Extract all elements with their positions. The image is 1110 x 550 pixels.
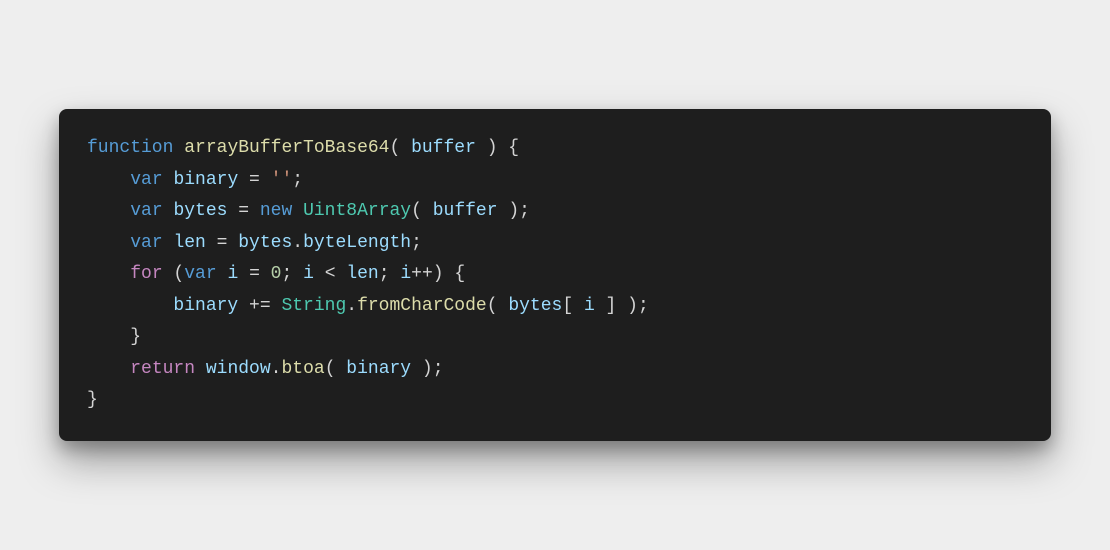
code-token: ); bbox=[498, 201, 530, 221]
code-token: btoa bbox=[281, 359, 324, 379]
code-token: } bbox=[87, 327, 141, 347]
code-token: len bbox=[173, 233, 205, 253]
code-token bbox=[87, 233, 130, 253]
code-token: binary bbox=[173, 296, 238, 316]
code-token bbox=[173, 138, 184, 158]
code-token: buffer bbox=[433, 201, 498, 221]
code-token: < bbox=[314, 264, 346, 284]
code-token: bytes bbox=[173, 201, 227, 221]
code-token: 0 bbox=[271, 264, 282, 284]
code-token: ( bbox=[487, 296, 509, 316]
code-token: var bbox=[130, 201, 162, 221]
code-token: [ bbox=[562, 296, 584, 316]
code-token: ] ); bbox=[595, 296, 649, 316]
code-token: var bbox=[130, 233, 162, 253]
code-token: i bbox=[227, 264, 238, 284]
code-token bbox=[87, 359, 130, 379]
code-token: ; bbox=[281, 264, 303, 284]
code-token: ++) { bbox=[411, 264, 465, 284]
code-token: bytes bbox=[238, 233, 292, 253]
code-token: String bbox=[281, 296, 346, 316]
code-token bbox=[195, 359, 206, 379]
code-token: } bbox=[87, 390, 98, 410]
code-token: function bbox=[87, 138, 173, 158]
code-token: ) { bbox=[476, 138, 519, 158]
code-token: = bbox=[206, 233, 238, 253]
code-token: bytes bbox=[508, 296, 562, 316]
code-token: window bbox=[206, 359, 271, 379]
code-line: return window.btoa( binary ); bbox=[87, 354, 1023, 386]
code-token: i bbox=[400, 264, 411, 284]
code-block: function arrayBufferToBase64( buffer ) {… bbox=[87, 133, 1023, 417]
code-token bbox=[292, 201, 303, 221]
code-token: . bbox=[271, 359, 282, 379]
code-token: len bbox=[346, 264, 378, 284]
code-token: += bbox=[238, 296, 281, 316]
code-token: buffer bbox=[411, 138, 476, 158]
code-token: ; bbox=[292, 170, 303, 190]
code-line: for (var i = 0; i < len; i++) { bbox=[87, 259, 1023, 291]
code-token: fromCharCode bbox=[357, 296, 487, 316]
code-line: var bytes = new Uint8Array( buffer ); bbox=[87, 196, 1023, 228]
code-line: binary += String.fromCharCode( bytes[ i … bbox=[87, 291, 1023, 323]
code-token: i bbox=[584, 296, 595, 316]
code-token bbox=[217, 264, 228, 284]
code-token: = bbox=[227, 201, 259, 221]
code-token: = bbox=[238, 170, 270, 190]
code-token bbox=[163, 233, 174, 253]
code-token: i bbox=[303, 264, 314, 284]
code-line: } bbox=[87, 322, 1023, 354]
code-token: binary bbox=[173, 170, 238, 190]
code-token: ( bbox=[389, 138, 411, 158]
code-token: byteLength bbox=[303, 233, 411, 253]
code-card: function arrayBufferToBase64( buffer ) {… bbox=[59, 109, 1051, 441]
code-token: for bbox=[130, 264, 162, 284]
code-token: return bbox=[130, 359, 195, 379]
code-token: = bbox=[238, 264, 270, 284]
code-token: '' bbox=[271, 170, 293, 190]
code-token bbox=[87, 296, 173, 316]
code-line: var len = bytes.byteLength; bbox=[87, 228, 1023, 260]
code-line: function arrayBufferToBase64( buffer ) { bbox=[87, 133, 1023, 165]
code-token bbox=[87, 264, 130, 284]
code-token: var bbox=[130, 170, 162, 190]
code-token: var bbox=[184, 264, 216, 284]
code-token: Uint8Array bbox=[303, 201, 411, 221]
code-token: ( bbox=[163, 264, 185, 284]
code-token bbox=[163, 201, 174, 221]
code-token: ( bbox=[411, 201, 433, 221]
code-token: . bbox=[292, 233, 303, 253]
code-line: } bbox=[87, 385, 1023, 417]
code-token: ); bbox=[411, 359, 443, 379]
code-token: ; bbox=[411, 233, 422, 253]
code-line: var binary = ''; bbox=[87, 165, 1023, 197]
code-token bbox=[87, 170, 130, 190]
code-token bbox=[87, 201, 130, 221]
code-token: new bbox=[260, 201, 292, 221]
code-token: . bbox=[346, 296, 357, 316]
code-token bbox=[163, 170, 174, 190]
code-token: ( bbox=[325, 359, 347, 379]
code-token: binary bbox=[346, 359, 411, 379]
code-token: ; bbox=[379, 264, 401, 284]
code-token: arrayBufferToBase64 bbox=[184, 138, 389, 158]
